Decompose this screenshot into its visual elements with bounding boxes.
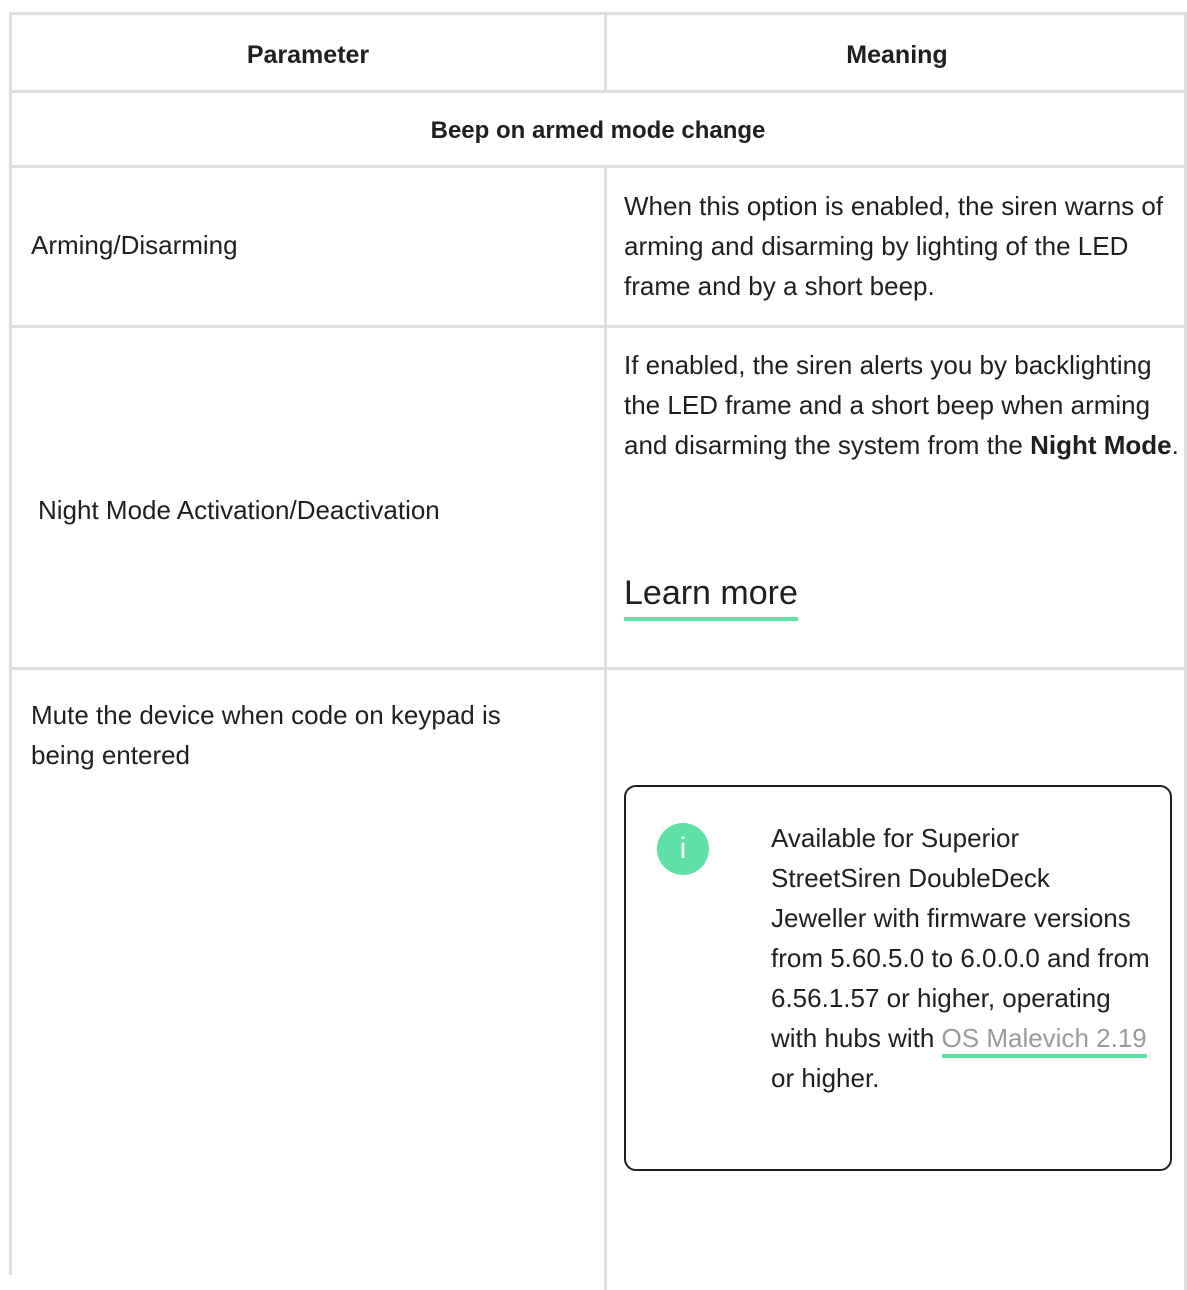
note-text-end: or higher. xyxy=(771,1063,880,1093)
section-row: Beep on armed mode change xyxy=(12,93,1187,168)
os-malevich-link[interactable]: OS Malevich 2.19 xyxy=(941,1023,1147,1058)
parameters-table: Parameter Meaning Beep on armed mode cha… xyxy=(9,12,1187,1290)
column-divider xyxy=(604,670,607,1290)
table-row: Arming/Disarming When this option is ena… xyxy=(12,168,1187,328)
column-divider xyxy=(604,328,607,667)
parameter-cell: Night Mode Activation/Deactivation xyxy=(38,495,440,525)
section-title: Beep on armed mode change xyxy=(430,117,766,144)
header-parameter: Parameter xyxy=(246,41,370,69)
parameter-cell: Arming/Disarming xyxy=(31,230,238,260)
meaning-cell: When this option is enabled, the siren w… xyxy=(624,191,1164,301)
parameter-cell: Mute the device when code on keypad is b… xyxy=(31,700,501,770)
table-row: Night Mode Activation/Deactivation If en… xyxy=(12,328,1187,670)
learn-more-link[interactable]: Learn more xyxy=(624,571,798,621)
column-divider xyxy=(604,168,607,325)
note-text: Available for Superior StreetSiren Doubl… xyxy=(771,818,1151,1098)
night-mode-term: Night Mode xyxy=(1030,430,1172,460)
meaning-cell: If enabled, the siren alerts you by back… xyxy=(624,345,1184,465)
meaning-text-end: . xyxy=(1171,430,1179,460)
info-icon: i xyxy=(657,823,709,875)
table-row: Mute the device when code on keypad is b… xyxy=(12,670,1187,1290)
table-header-row: Parameter Meaning xyxy=(12,15,1187,93)
info-note: i Available for Superior StreetSiren Dou… xyxy=(624,785,1172,1171)
note-text-body: Available for Superior StreetSiren Doubl… xyxy=(771,823,1150,1053)
header-meaning: Meaning xyxy=(846,41,948,69)
